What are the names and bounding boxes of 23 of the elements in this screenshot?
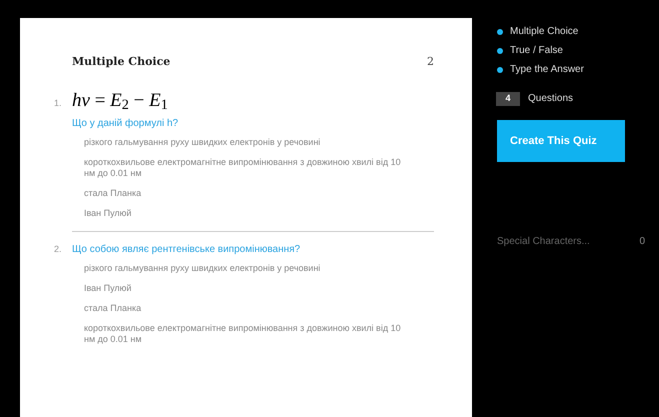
question-number: 2. — [54, 243, 63, 256]
answer-option: Іван Пулюй — [84, 208, 404, 219]
answer-option: короткохвильове електромагнітне випромінювання з довжиною хвилі від 10 нм до 0.01 нм — [84, 157, 404, 179]
answer-option: різкого гальмування руху швидких електронів у речовині — [84, 137, 404, 148]
answer-option: короткохвильове електромагнітне випромінювання з довжиною хвилі від 10 нм до 0.01 нм — [84, 323, 404, 345]
question-number: 1. — [54, 96, 63, 110]
special-characters-link[interactable]: Special Characters... — [497, 234, 590, 249]
answer-option: різкого гальмування руху швидких електронів у речовині — [84, 263, 404, 274]
question-text: Що собою являє рентгенівське випромінювання? — [72, 243, 300, 257]
create-quiz-button[interactable]: Create This Quiz — [497, 120, 625, 162]
question-count-field[interactable]: 4 — [496, 92, 520, 106]
questions-label: Questions — [528, 92, 574, 106]
answer-option: Іван Пулюй — [84, 283, 404, 294]
formula: hν = E$_{2}$ − E$_{1}$ — [72, 88, 168, 115]
question-type-label: Type the Answer — [510, 63, 584, 77]
answer-option: стала Планка — [84, 188, 404, 199]
special-characters-count: 0 — [639, 235, 645, 249]
question-text: Що у даній формулі h? — [72, 117, 180, 131]
section-count: 2 — [427, 54, 434, 70]
section-title: Multiple Choice — [72, 54, 170, 70]
answer-option: стала Планка — [84, 303, 404, 314]
question-type-label: True / False — [510, 44, 563, 58]
question-type-label: Multiple Choice — [510, 25, 578, 39]
